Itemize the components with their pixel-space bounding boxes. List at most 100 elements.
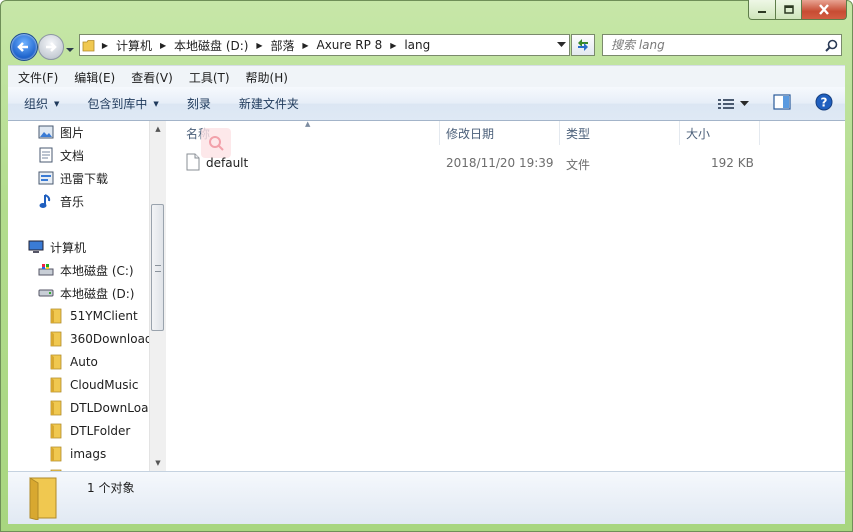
recent-pages-dropdown[interactable]	[65, 43, 75, 57]
chevron-down-icon	[740, 100, 749, 106]
chevron-down-icon	[66, 48, 74, 52]
breadcrumb-arrow-icon[interactable]: ▶	[299, 41, 313, 50]
caption-buttons	[748, 0, 847, 21]
column-header-label: 修改日期	[446, 126, 495, 141]
nav-item-label: 迅雷下载	[60, 171, 109, 186]
column-header-label: 类型	[566, 126, 591, 141]
breadcrumb-arrow-icon[interactable]: ▶	[252, 41, 266, 50]
change-view-button[interactable]	[718, 98, 749, 110]
item-count: 1 个对象	[87, 481, 135, 495]
nav-item-computer[interactable]: 计算机	[28, 236, 86, 258]
nav-item-label: Auto	[70, 355, 98, 369]
nav-item-folder[interactable]: CloudMusic	[48, 374, 138, 396]
breadcrumb-buluo[interactable]: 部落	[266, 37, 298, 54]
burn-button[interactable]: 刻录	[171, 95, 223, 112]
menu-file[interactable]: 文件(F)	[8, 69, 64, 86]
file-row[interactable]: default 2018/11/20 19:39 文件 192 KB	[180, 152, 760, 174]
folder-icon	[48, 331, 64, 347]
column-header-size[interactable]: 大小	[680, 121, 760, 145]
grip-icon	[155, 265, 161, 272]
scroll-down-icon[interactable]: ▼	[150, 455, 166, 471]
nav-item-documents[interactable]: 文档	[38, 144, 84, 166]
view-controls: ?	[718, 93, 833, 114]
details-view-icon	[718, 98, 734, 109]
menu-tools[interactable]: 工具(T)	[179, 69, 236, 86]
nav-item-label: 计算机	[50, 240, 87, 255]
nav-item-label: 本地磁盘 (C:)	[60, 263, 134, 278]
address-history-dropdown[interactable]	[553, 41, 569, 50]
file-size: 192 KB	[711, 156, 754, 170]
maximize-icon	[783, 5, 794, 14]
breadcrumb-lang[interactable]: lang	[400, 38, 434, 52]
svg-text:?: ?	[821, 96, 828, 110]
folder-icon	[48, 377, 64, 393]
nav-item-label: imags	[70, 447, 107, 461]
nav-item-folder[interactable]: 51YMClient	[48, 305, 138, 327]
menu-view[interactable]: 查看(V)	[121, 69, 179, 86]
breadcrumb-arrow-icon[interactable]: ▶	[386, 41, 400, 50]
navigation-pane: 图片 文档 迅雷下载 音乐 计算机 本地磁盘 (C:) 本地磁盘 (D:) 51…	[8, 121, 149, 471]
breadcrumb-axure[interactable]: Axure RP 8	[313, 38, 387, 52]
sort-ascending-icon: ▲	[305, 120, 311, 128]
nav-item-folder[interactable]: imags	[48, 443, 106, 465]
nav-item-folder[interactable]: DTLDownLoa	[48, 397, 148, 419]
system-drive-icon	[38, 262, 54, 278]
preview-pane-button[interactable]	[773, 94, 791, 113]
address-bar[interactable]: ▶ 计算机 ▶ 本地磁盘 (D:) ▶ 部落 ▶ Axure RP 8 ▶ la…	[79, 34, 570, 56]
nav-item-drive-d[interactable]: 本地磁盘 (D:)	[38, 282, 134, 304]
include-in-library-button[interactable]: 包含到库中 ▼	[71, 95, 170, 112]
nav-item-label: 360Download	[70, 332, 149, 346]
new-folder-button[interactable]: 新建文件夹	[223, 95, 311, 112]
nav-item-music[interactable]: 音乐	[38, 190, 84, 212]
close-button[interactable]	[802, 0, 847, 20]
nav-item-label: DTLFolder	[70, 424, 131, 438]
nav-item-pictures[interactable]: 图片	[38, 121, 84, 143]
forward-button[interactable]	[38, 34, 64, 60]
column-header-type[interactable]: 类型	[560, 121, 680, 145]
nav-item-drive-c[interactable]: 本地磁盘 (C:)	[38, 259, 134, 281]
nav-item-xunlei-downloads[interactable]: 迅雷下载	[38, 167, 108, 189]
folder-icon	[48, 400, 64, 416]
search-input[interactable]	[603, 37, 821, 53]
menu-help[interactable]: 帮助(H)	[236, 69, 294, 86]
column-header-modified[interactable]: 修改日期	[440, 121, 560, 145]
nav-item-folder[interactable]: Auto	[48, 351, 98, 373]
file-modified: 2018/11/20 19:39	[446, 156, 554, 170]
maximize-button[interactable]	[776, 0, 802, 20]
nav-item-label: 本地磁盘 (D:)	[60, 286, 135, 301]
breadcrumb-computer[interactable]: 计算机	[112, 37, 156, 54]
drive-icon	[38, 285, 54, 301]
folder-icon	[80, 39, 98, 52]
refresh-button[interactable]	[571, 34, 595, 56]
nav-item-folder[interactable]: DTLFolder	[48, 420, 130, 442]
help-button[interactable]: ?	[815, 93, 833, 114]
breadcrumb-arrow-icon[interactable]: ▶	[98, 41, 112, 50]
search-icon[interactable]	[821, 39, 841, 52]
pictures-icon	[38, 124, 54, 140]
folder-icon	[48, 308, 64, 324]
nav-item-label: 51YMClient	[70, 309, 138, 323]
chevron-down-icon: ▼	[54, 99, 60, 108]
explorer-content: 图片 文档 迅雷下载 音乐 计算机 本地磁盘 (C:) 本地磁盘 (D:) 51…	[8, 120, 845, 471]
search-box[interactable]	[602, 34, 842, 56]
details-pane: 1 个对象	[8, 471, 845, 524]
include-in-library-label: 包含到库中	[87, 97, 148, 111]
nav-item-label: 图片	[60, 125, 85, 140]
scroll-up-icon[interactable]: ▲	[150, 121, 166, 137]
nav-item-folder[interactable]: 360Download	[48, 328, 149, 350]
music-icon	[38, 193, 54, 209]
breadcrumb-drive-d[interactable]: 本地磁盘 (D:)	[170, 37, 252, 54]
nav-item-label: 音乐	[60, 194, 85, 209]
nav-item-label: 文档	[60, 148, 85, 163]
scrollbar-thumb[interactable]	[151, 204, 164, 331]
breadcrumb: ▶ 计算机 ▶ 本地磁盘 (D:) ▶ 部落 ▶ Axure RP 8 ▶ la…	[98, 35, 553, 55]
nav-item-label: DTLDownLoa	[70, 401, 149, 415]
minimize-button[interactable]	[748, 0, 776, 20]
navigation-pane-scrollbar[interactable]: ▲ ▼	[149, 121, 166, 471]
folder-icon	[48, 423, 64, 439]
menu-edit[interactable]: 编辑(E)	[64, 69, 121, 86]
organize-button[interactable]: 组织 ▼	[8, 95, 71, 112]
back-button[interactable]	[10, 33, 38, 61]
breadcrumb-arrow-icon[interactable]: ▶	[156, 41, 170, 50]
forward-arrow-icon	[46, 42, 57, 52]
